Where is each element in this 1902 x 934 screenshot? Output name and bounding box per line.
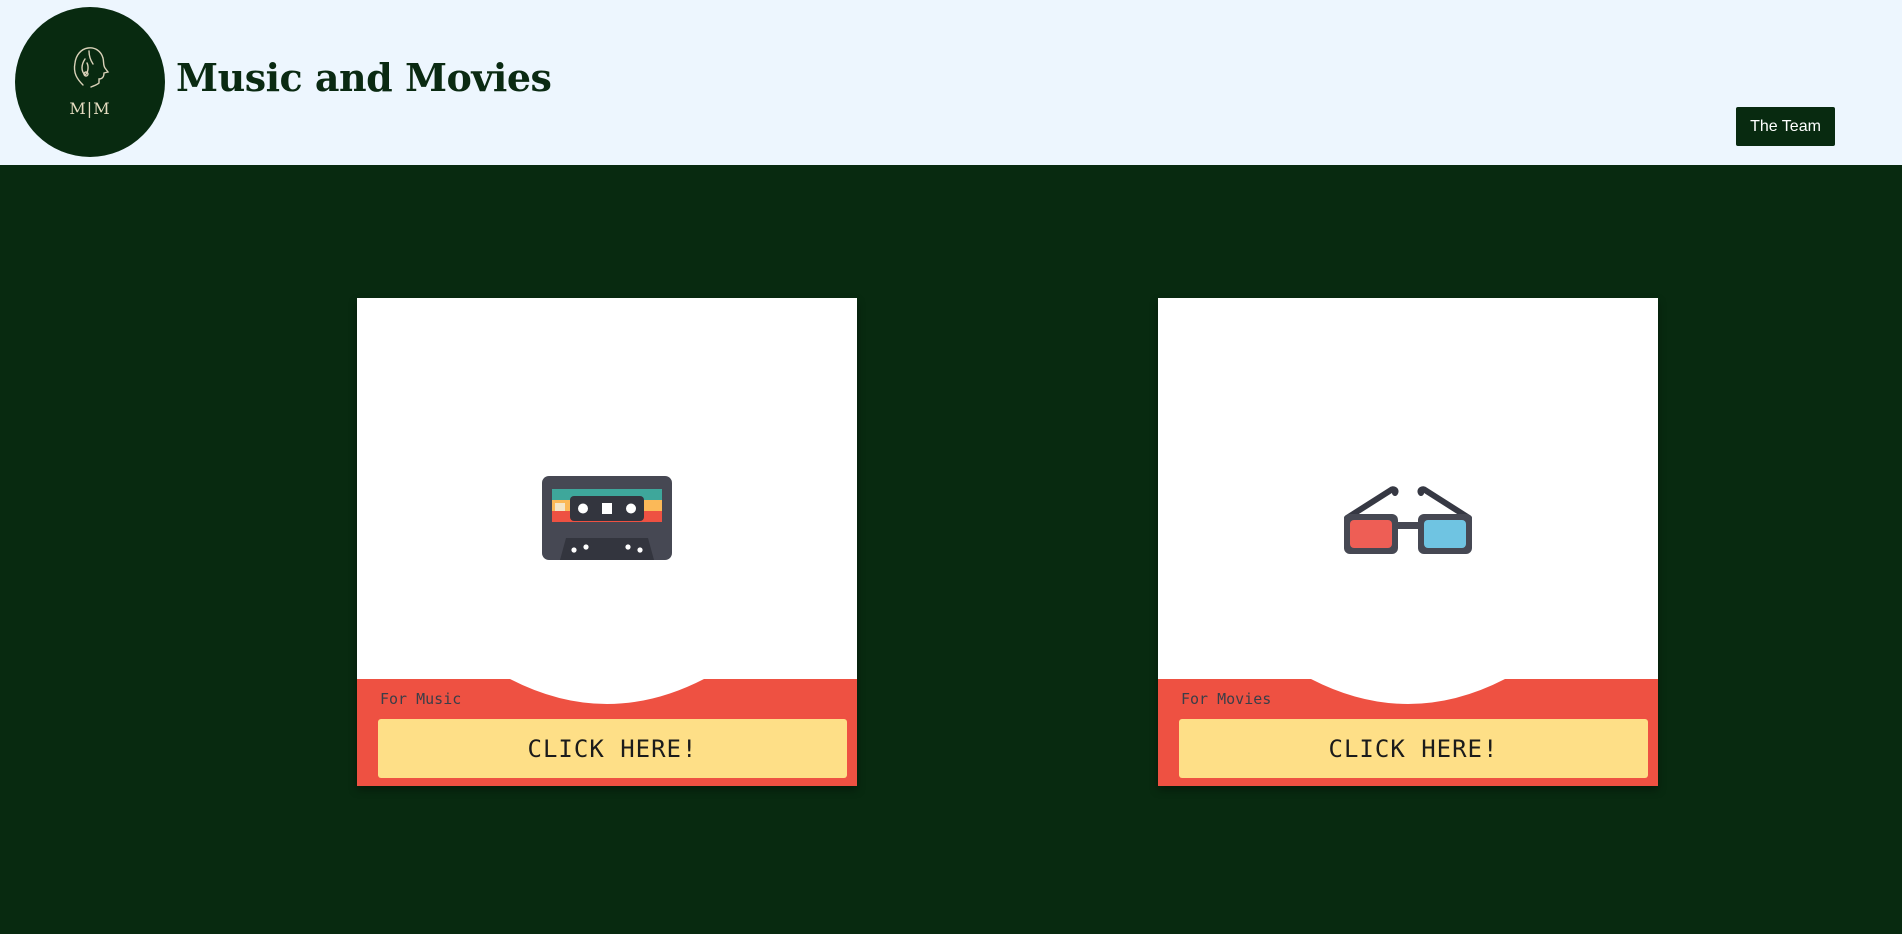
site-header: M|M Music and Movies The Team [0, 0, 1902, 165]
card-caption: For Movies [1181, 690, 1272, 708]
logo-text: M|M [69, 99, 111, 118]
3d-glasses-icon [1344, 486, 1472, 554]
cassette-tape-icon [542, 476, 672, 560]
head-silhouette-icon [73, 47, 110, 88]
site-title: Music and Movies [176, 55, 552, 100]
music-card: For Music CLICK HERE! [357, 298, 857, 786]
movies-click-here-button[interactable]: CLICK HERE! [1179, 719, 1648, 778]
logo[interactable]: M|M [15, 7, 165, 157]
card-footer: For Music CLICK HERE! [357, 679, 857, 786]
card-footer: For Movies CLICK HERE! [1158, 679, 1658, 786]
music-click-here-button[interactable]: CLICK HERE! [378, 719, 847, 778]
card-caption: For Music [380, 690, 462, 708]
the-team-button[interactable]: The Team [1736, 107, 1835, 146]
movies-card: For Movies CLICK HERE! [1158, 298, 1658, 786]
